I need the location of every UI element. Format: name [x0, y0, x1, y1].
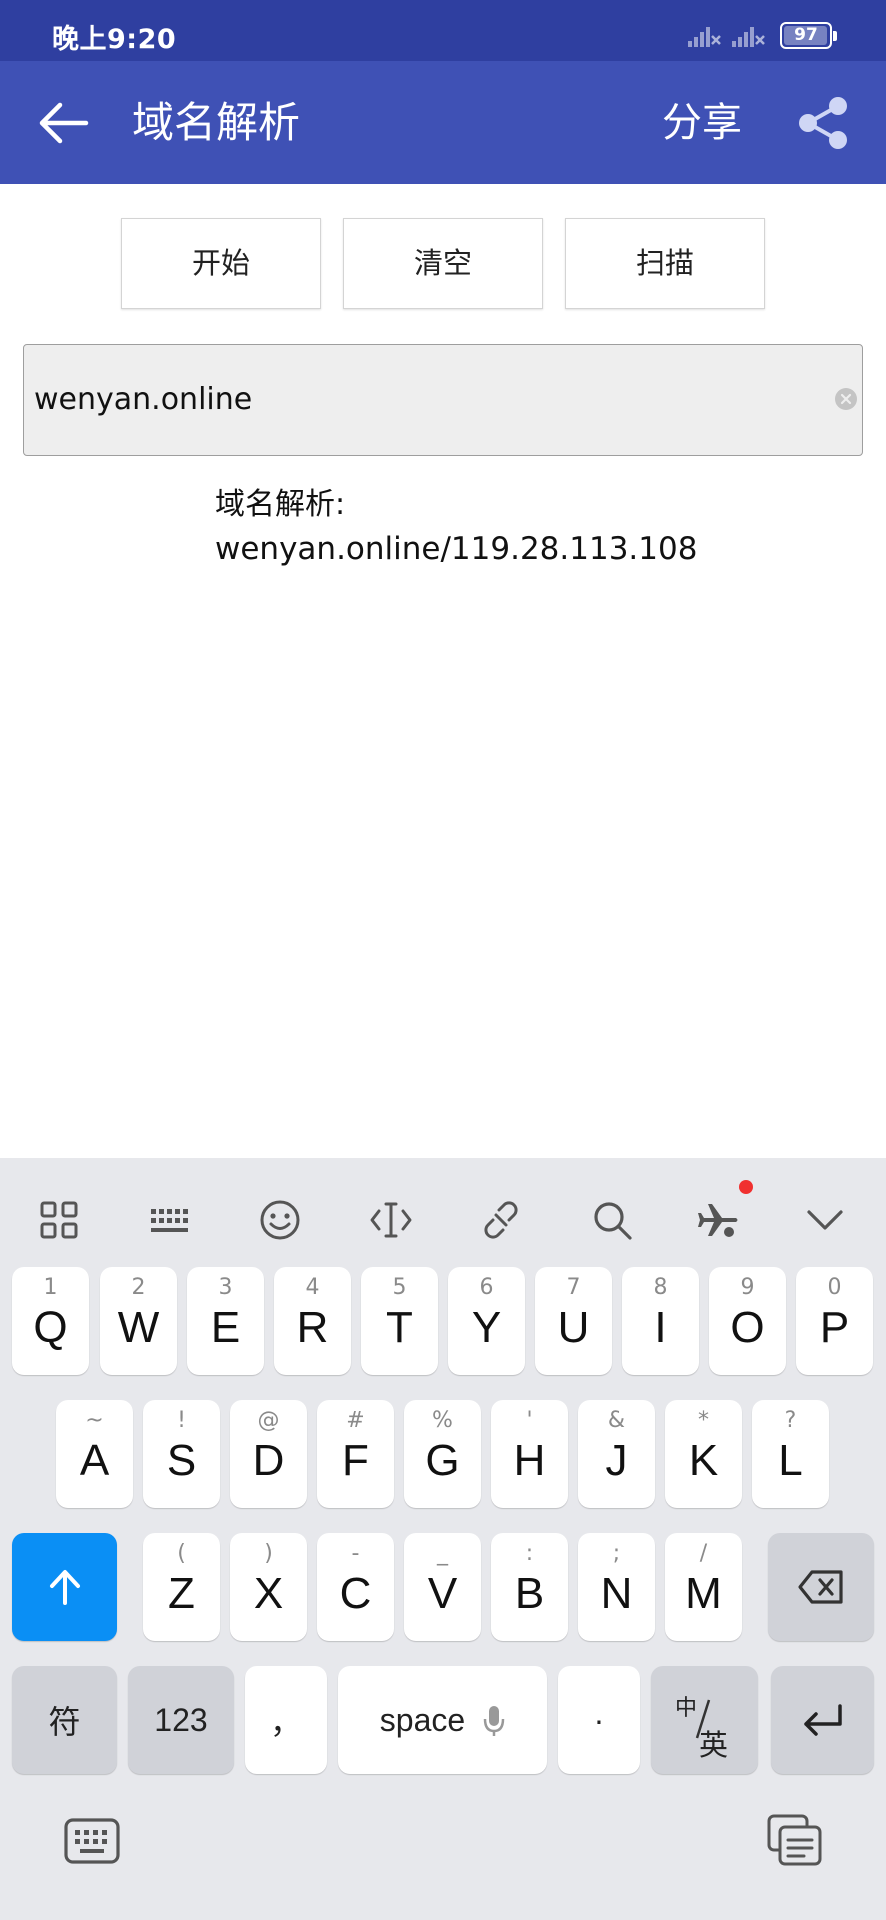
key-a[interactable]: ~ A — [56, 1400, 133, 1508]
status-time: 晚上9:20 — [52, 24, 177, 55]
key-i[interactable]: 8I — [622, 1267, 699, 1375]
key-e[interactable]: 3E — [187, 1267, 264, 1375]
key-n[interactable]: ; N — [578, 1533, 655, 1641]
backspace-icon — [798, 1570, 843, 1604]
keyboard-layout-icon[interactable] — [148, 1198, 192, 1242]
clear-button[interactable]: 清空 — [343, 218, 543, 309]
airplane-icon[interactable] — [696, 1198, 740, 1242]
key-y[interactable]: 6Y — [448, 1267, 525, 1375]
search-icon[interactable] — [590, 1198, 634, 1242]
comma-key[interactable]: ， — [245, 1666, 327, 1774]
keyboard-icon[interactable] — [63, 1815, 121, 1869]
backspace-key[interactable] — [768, 1533, 874, 1641]
symbols-key[interactable]: 符 — [12, 1666, 117, 1774]
key-f[interactable]: # F — [317, 1400, 394, 1508]
key-h[interactable]: ' H — [491, 1400, 568, 1508]
key-t[interactable]: 5T — [361, 1267, 438, 1375]
status-bar: 晚上9:20 97 — [0, 0, 886, 61]
key-g[interactable]: % G — [404, 1400, 481, 1508]
apps-grid-icon[interactable] — [37, 1198, 81, 1242]
key-r[interactable]: 4R — [274, 1267, 351, 1375]
app-bar: 域名解析 分享 — [0, 61, 886, 184]
battery-level: 97 — [794, 25, 818, 45]
result-label: 域名解析: — [215, 487, 346, 522]
emoji-icon[interactable] — [258, 1198, 302, 1242]
battery-cap — [833, 31, 837, 41]
scan-button[interactable]: 扫描 — [565, 218, 765, 309]
key-j[interactable]: & J — [578, 1400, 655, 1508]
key-u[interactable]: 7U — [535, 1267, 612, 1375]
enter-key[interactable] — [771, 1666, 874, 1774]
numbers-key[interactable]: 123 — [128, 1666, 234, 1774]
soft-keyboard: 1Q 2W 3E 4R 5T 6Y 7U 8I 9O 0P ~ A ! S @ D #… — [0, 1158, 886, 1920]
key-m[interactable]: / M — [665, 1533, 742, 1641]
clipboard-icon[interactable] — [766, 1813, 824, 1867]
key-k[interactable]: * K — [665, 1400, 742, 1508]
share-icon[interactable] — [794, 94, 852, 152]
lang-en-label: 英 — [699, 1728, 729, 1762]
start-button[interactable]: 开始 — [121, 218, 321, 309]
key-c[interactable]: -C — [317, 1533, 394, 1641]
clipboard-link-icon[interactable] — [479, 1198, 523, 1242]
notification-dot — [739, 1180, 753, 1194]
space-key[interactable]: space — [338, 1666, 547, 1774]
shift-key[interactable] — [12, 1533, 117, 1641]
domain-input-container — [23, 344, 863, 456]
key-s[interactable]: ! S — [143, 1400, 220, 1508]
clear-input-icon[interactable] — [834, 387, 858, 411]
signal-icon-sim1 — [688, 27, 721, 47]
period-key[interactable]: · — [558, 1666, 640, 1774]
key-b[interactable]: :B — [491, 1533, 568, 1641]
microphone-icon — [483, 1706, 505, 1736]
key-p[interactable]: 0P — [796, 1267, 873, 1375]
signal-icon-sim2 — [732, 27, 765, 47]
language-switch-key[interactable]: 中 英 — [651, 1666, 758, 1774]
text-cursor-icon[interactable] — [369, 1198, 413, 1242]
domain-input[interactable] — [34, 345, 814, 454]
result-value: wenyan.online/119.28.113.108 — [215, 531, 698, 567]
key-x[interactable]: ) X — [230, 1533, 307, 1641]
shift-arrow-icon — [50, 1570, 80, 1605]
share-button[interactable]: 分享 — [662, 97, 742, 149]
page-title: 域名解析 — [132, 98, 301, 147]
battery-icon: 97 — [780, 22, 832, 49]
key-z[interactable]: (Z — [143, 1533, 220, 1641]
key-q[interactable]: 1Q — [12, 1267, 89, 1375]
key-o[interactable]: 9O — [709, 1267, 786, 1375]
key-v[interactable]: _ V — [404, 1533, 481, 1641]
back-arrow-icon[interactable] — [36, 97, 92, 149]
key-w[interactable]: 2W — [100, 1267, 177, 1375]
key-l[interactable]: ? L — [752, 1400, 829, 1508]
key-d[interactable]: @ D — [230, 1400, 307, 1508]
enter-icon — [804, 1704, 842, 1736]
collapse-keyboard-icon[interactable] — [803, 1198, 847, 1242]
